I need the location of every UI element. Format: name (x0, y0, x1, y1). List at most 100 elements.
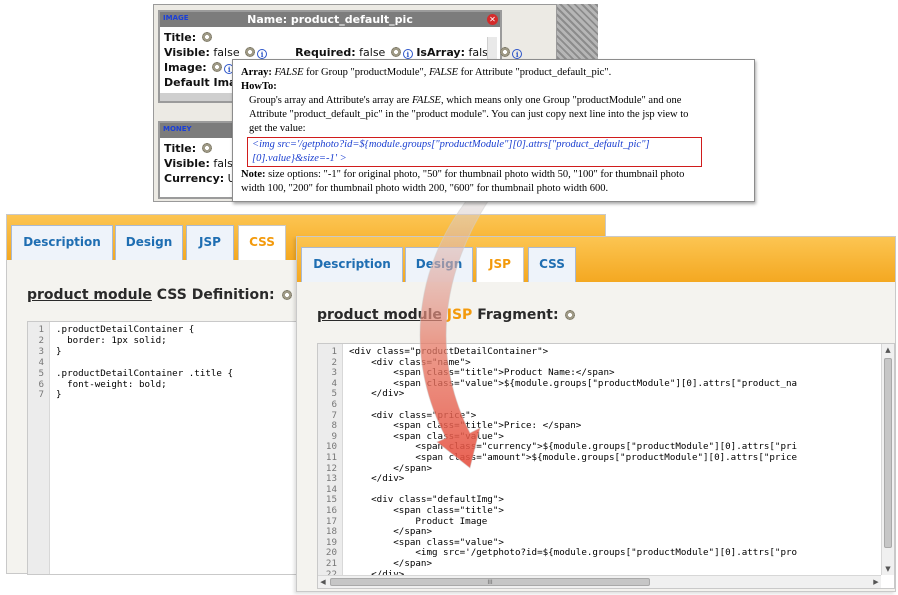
note-line-2: width 100, "200" for thumbnail photo wid… (241, 183, 609, 194)
howto-false: FALSE (411, 95, 441, 106)
line-text: </div> (349, 388, 405, 400)
line-number: 2 (38, 334, 44, 346)
code-line: 5 </div> (318, 388, 894, 399)
gear-icon[interactable] (201, 32, 212, 42)
line-text: <img src='/getphoto?id=${module.groups["… (349, 547, 798, 559)
howto-line-2: Attribute "product_default_pic" in the "… (249, 109, 689, 120)
vertical-scrollbar[interactable]: ▲ ▼ (881, 344, 894, 575)
jsp-code-editor[interactable]: 2322 </div>21 </span>20 <img src='/getph… (317, 343, 895, 589)
code-line: 18 </span> (318, 526, 894, 537)
tab-css[interactable]: CSS (528, 247, 576, 282)
css-panel-title: product module CSS Definition: (27, 287, 292, 303)
line-number: 19 (325, 536, 337, 548)
gear-icon[interactable] (565, 310, 576, 320)
code-line: 8 <span class="title">Price: </span> (318, 420, 894, 431)
gear-icon[interactable] (245, 47, 256, 57)
line-number: 2 (331, 356, 337, 368)
note-line-1: Note: size options: "-1" for original ph… (241, 168, 746, 182)
line-number: 20 (325, 547, 337, 559)
info-icon[interactable]: i (512, 49, 523, 59)
jsp-title-jsp: JSP (441, 307, 473, 323)
currency-label: Currency: (164, 172, 225, 185)
required-value: false (359, 46, 386, 59)
tab-description[interactable]: Description (11, 225, 113, 260)
title-label: Title: (164, 142, 197, 155)
scroll-down-icon[interactable]: ▼ (882, 563, 894, 575)
vertical-scroll-thumb[interactable] (884, 358, 892, 548)
array-text: for Group "productModule", (303, 67, 430, 78)
product-module-link[interactable]: product module (317, 307, 442, 323)
array-text-end: for Attribute "product_default_pic". (458, 67, 612, 78)
title-label: Title: (164, 31, 197, 44)
line-text: <span class="title">Price: </span> (349, 420, 582, 432)
info-icon[interactable]: i (402, 49, 413, 59)
css-title-text: CSS Definition: (151, 287, 275, 303)
line-text: <div class="price"> (349, 409, 477, 421)
line-text: } (56, 345, 62, 357)
money-type-tag: MONEY (163, 125, 192, 133)
line-text: <span class="amount">${module.groups["pr… (349, 452, 798, 463)
info-icon[interactable]: i (257, 49, 268, 59)
copy-code-snippet[interactable]: <img src='/getphoto?id=${module.groups["… (247, 137, 702, 167)
howto-label: HowTo: (241, 81, 277, 92)
code-line: 11 <span class="amount">${module.groups[… (318, 452, 894, 463)
line-text: font-weight: bold; (56, 378, 167, 390)
horizontal-scroll-thumb[interactable]: III (330, 578, 650, 586)
line-number: 15 (325, 494, 337, 506)
line-number: 5 (38, 367, 44, 379)
horizontal-scrollbar[interactable]: ◀ III ▶ (318, 575, 881, 588)
tab-description[interactable]: Description (301, 247, 403, 282)
code-snippet-line-2: [0].value}&size=-1' > (252, 153, 347, 164)
tab-jsp[interactable]: JSP (186, 225, 234, 260)
code-line: 16 <span class="title"> (318, 505, 894, 516)
money-visible-row: Visible: false (164, 157, 240, 170)
code-line: 12 </span> (318, 463, 894, 474)
line-number: 7 (38, 389, 44, 401)
code-line: 1 <div class="productDetailContainer"> (318, 346, 894, 357)
tab-jsp[interactable]: JSP (476, 247, 524, 282)
code-line: 9 <span class="value"> (318, 431, 894, 442)
line-number: 11 (325, 452, 337, 463)
line-number: 4 (38, 356, 44, 368)
line-text: <span class="currency">${module.groups["… (349, 441, 798, 453)
howto-line-1: Group's array and Attribute's array are … (241, 94, 746, 108)
line-text: Product Image (349, 515, 488, 527)
line-number: 3 (38, 345, 44, 357)
jsp-panel-title: product module JSP Fragment: (317, 307, 576, 323)
tooltip-array-line: Array: FALSE for Group "productModule", … (241, 66, 746, 80)
line-number: 18 (325, 526, 337, 538)
line-number: 9 (331, 430, 337, 442)
scroll-up-icon[interactable]: ▲ (882, 344, 894, 356)
gear-icon[interactable] (390, 47, 401, 57)
visible-label: Visible: (164, 46, 210, 59)
jsp-panel: Description Design JSP CSS product modul… (296, 236, 896, 592)
tab-design[interactable]: Design (115, 225, 183, 260)
code-line: 2 <div class="name"> (318, 357, 894, 368)
line-number: 7 (331, 409, 337, 421)
attribute-name: Name: product_default_pic (247, 13, 413, 26)
gear-icon[interactable] (201, 143, 212, 153)
scroll-left-icon[interactable]: ◀ (318, 576, 328, 588)
gear-icon[interactable] (212, 62, 223, 72)
line-number: 6 (38, 378, 44, 390)
visible-row: Visible: false i Required: false i IsArr… (164, 46, 523, 59)
code-line: 20 <img src='/getphoto?id=${module.group… (318, 547, 894, 558)
line-text: <span class="value">${module.groups["pro… (349, 377, 798, 389)
line-text: <span class="title"> (349, 505, 504, 516)
line-text: </div> (349, 473, 405, 485)
line-text: </span> (349, 526, 432, 538)
note-text-1: size options: "-1" for original photo, "… (265, 169, 685, 180)
product-module-link[interactable]: product module (27, 287, 152, 303)
code-line: 19 <span class="value"> (318, 537, 894, 548)
tab-design[interactable]: Design (405, 247, 473, 282)
line-text: <div class="name"> (349, 356, 471, 368)
line-number: 12 (325, 462, 337, 474)
code-line: 10 <span class="currency">${module.group… (318, 441, 894, 452)
code-line: 17 Product Image (318, 516, 894, 527)
gear-icon[interactable] (281, 290, 292, 300)
tab-css[interactable]: CSS (238, 225, 286, 260)
gear-icon[interactable] (500, 47, 511, 57)
close-icon[interactable]: ✕ (487, 14, 498, 25)
scroll-grip: III (487, 579, 493, 586)
scroll-right-icon[interactable]: ▶ (871, 576, 881, 588)
